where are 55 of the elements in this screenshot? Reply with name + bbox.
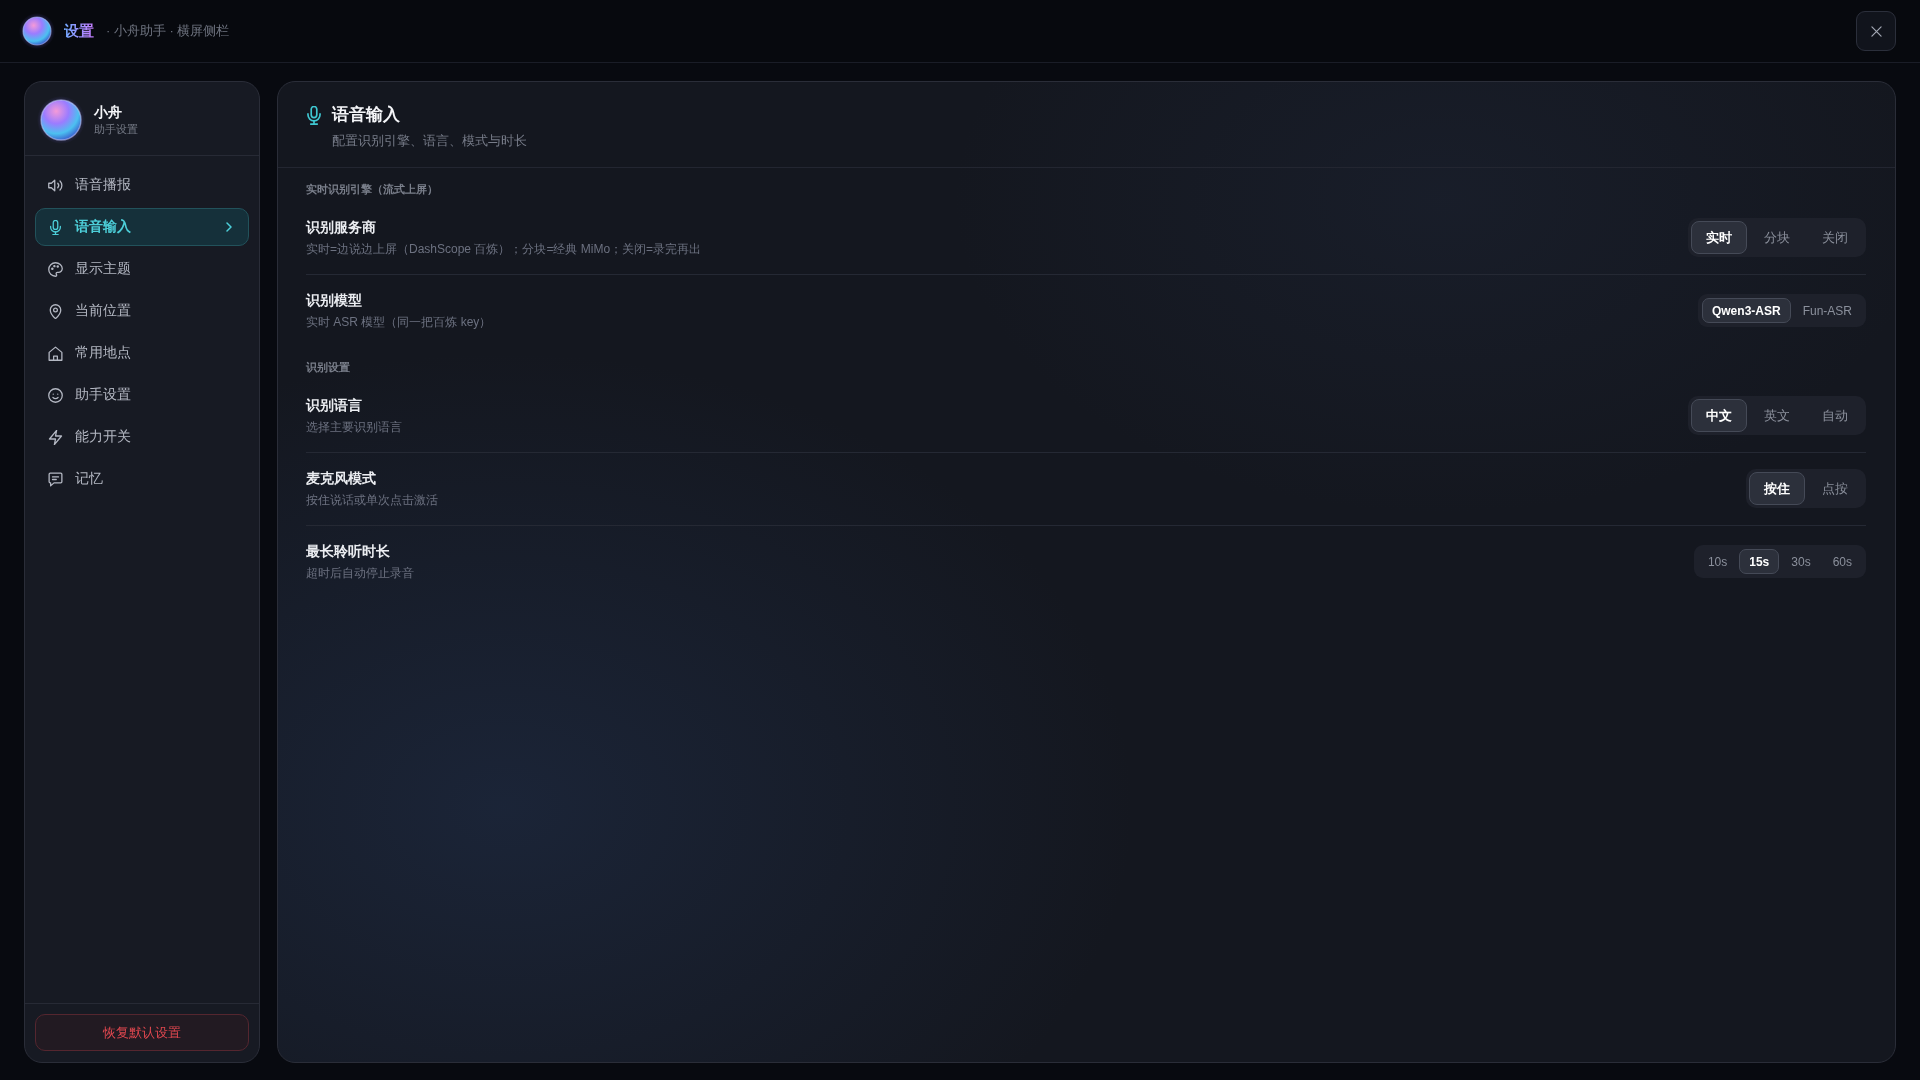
profile-name: 小舟 (94, 103, 123, 122)
close-icon (1870, 25, 1882, 37)
app-subtitle: · 小舟助手 · 横屏侧栏 (106, 22, 230, 40)
section-label: 实时识别引擎（流式上屏） (306, 182, 439, 196)
segment-option[interactable]: Fun-ASR (1792, 298, 1862, 323)
setting-description: 实时 ASR 模型（同一把百炼 key） (306, 314, 492, 331)
chat-bubble-icon (48, 471, 63, 487)
panel-subtitle: 配置识别引擎、语言、模式与时长 (332, 132, 528, 150)
setting-title: 识别服务商 (306, 218, 377, 237)
segment-option[interactable]: 中文 (1691, 399, 1747, 432)
section-label: 识别设置 (306, 360, 351, 374)
sidebar-item[interactable]: 显示主题 (35, 250, 249, 288)
segment-option[interactable]: 按住 (1749, 472, 1805, 505)
setting-description: 按住说话或单次点击激活 (306, 492, 438, 509)
speaker-icon (48, 177, 63, 193)
setting-description: 选择主要识别语言 (306, 419, 402, 436)
sidebar-item[interactable]: 语音播报 (35, 166, 249, 204)
chevron-icon (226, 222, 232, 232)
sidebar-item[interactable]: 语音输入 (35, 208, 249, 246)
setting-title: 麦克风模式 (306, 469, 377, 488)
segment-option[interactable]: 实时 (1691, 221, 1747, 254)
reset-button[interactable]: 恢复默认设置 (35, 1014, 249, 1051)
segment-option[interactable]: 关闭 (1807, 221, 1863, 254)
segment-option[interactable]: Qwen3-ASR (1701, 298, 1791, 323)
orb-icon (19, 13, 55, 49)
segment-option[interactable]: 10s (1697, 549, 1738, 574)
app-title: 设置 (64, 21, 94, 41)
segment-option[interactable]: 点按 (1807, 472, 1863, 505)
setting-title: 识别语言 (306, 396, 363, 415)
house-icon (48, 345, 63, 361)
sidebar-item[interactable]: 助手设置 (35, 376, 249, 414)
lightning-icon (48, 429, 63, 445)
sidebar-item[interactable]: 当前位置 (35, 292, 249, 330)
segment-option[interactable]: 30s (1781, 549, 1821, 574)
sidebar-item[interactable]: 记忆 (35, 460, 249, 498)
orb-icon (37, 96, 85, 144)
map-pin-icon (48, 303, 63, 319)
segment-option[interactable]: 英文 (1749, 399, 1805, 432)
sidebar-item[interactable]: 常用地点 (35, 334, 249, 372)
sidebar-item[interactable]: 能力开关 (35, 418, 249, 456)
microphone-icon (48, 219, 63, 235)
setting-description: 实时=边说边上屏（DashScope 百炼）；分块=经典 MiMo；关闭=录完再出 (306, 241, 702, 258)
profile-caption: 助手设置 (94, 122, 138, 137)
setting-title: 识别模型 (306, 291, 363, 310)
microphone-icon (307, 105, 321, 125)
face-icon (48, 387, 63, 403)
setting-description: 超时后自动停止录音 (306, 565, 414, 582)
palette-icon (48, 261, 63, 277)
segment-option[interactable]: 15s (1739, 549, 1780, 574)
segment-option[interactable]: 分块 (1749, 221, 1805, 254)
segment-option[interactable]: 60s (1822, 549, 1862, 574)
panel-title: 语音输入 (332, 104, 401, 126)
setting-title: 最长聆听时长 (306, 542, 391, 561)
segment-option[interactable]: 自动 (1807, 399, 1863, 432)
close-button[interactable] (1856, 11, 1896, 51)
